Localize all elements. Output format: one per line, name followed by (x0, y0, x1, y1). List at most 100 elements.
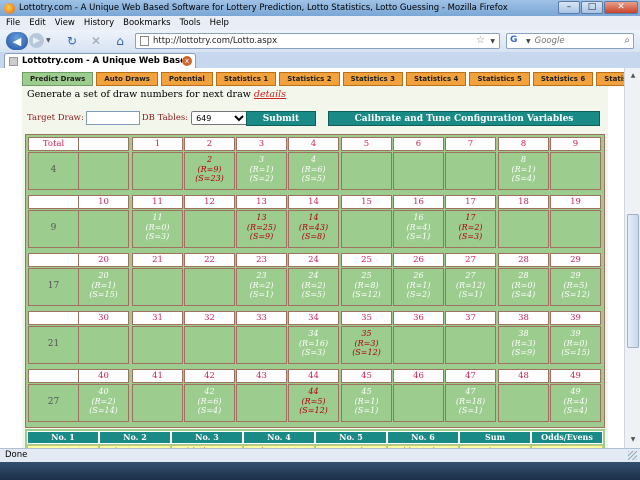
number-cell: 49 (R=4) (S=4) (550, 384, 601, 422)
menu-view[interactable]: View (55, 18, 75, 28)
tab-statistics-3[interactable]: Statistics 3 (342, 72, 404, 86)
row-total: 9 (28, 210, 79, 248)
cell-r-value: (R=3) (511, 338, 536, 348)
number-cell: 27 (R=12) (S=1) (445, 268, 496, 306)
menu-edit[interactable]: Edit (29, 18, 45, 28)
tab-statistics-4[interactable]: Statistics 4 (406, 72, 467, 86)
url-dropdown-icon[interactable]: ▼ (490, 38, 495, 45)
search-box[interactable]: G ▼ ⌕ (506, 33, 634, 49)
empty-cell (236, 326, 287, 364)
cell-s-value: (S=14) (89, 406, 118, 415)
maximize-button[interactable]: □ (581, 1, 603, 14)
tab-statistics-6[interactable]: Statistics 6 (532, 72, 594, 86)
history-dropdown-icon[interactable]: ▼ (46, 37, 51, 44)
target-draw-input[interactable] (85, 111, 140, 125)
row-total: 4 (28, 152, 79, 190)
cell-r-value: (R=2) (91, 396, 116, 406)
details-link[interactable]: details (254, 89, 286, 100)
cell-r-value: (R=1) (91, 280, 116, 290)
submit-button[interactable]: Submit (246, 111, 316, 126)
tab-statistics-7[interactable]: Statistics 7 (596, 72, 624, 86)
cell-r-value: (R=6) (301, 164, 326, 174)
tab-predict-draws[interactable]: Predict Draws (22, 72, 94, 86)
cell-number: 28 (518, 271, 529, 280)
menu-tools[interactable]: Tools (180, 18, 201, 28)
number-header (28, 369, 79, 383)
back-button[interactable]: ◀ (6, 32, 28, 50)
empty-cell (341, 152, 392, 190)
firefox-icon (4, 2, 15, 14)
intro-text: Generate a set of draw numbers for next … (27, 89, 286, 100)
bookmark-star-icon[interactable]: ☆ (476, 35, 485, 46)
empty-cell (393, 326, 444, 364)
scroll-down-icon[interactable]: ▼ (627, 434, 639, 446)
cell-r-value: (R=1) (511, 164, 536, 174)
cell-number: 25 (361, 271, 372, 280)
summary-header: Odds/Evens (531, 431, 603, 444)
number-cell: 34 (R=16) (S=3) (288, 326, 339, 364)
minimize-button[interactable]: – (558, 1, 580, 14)
forward-button[interactable]: ▶ (29, 33, 44, 48)
number-header: 32 (184, 311, 235, 325)
scroll-thumb[interactable] (627, 214, 639, 348)
tab-statistics-5[interactable]: Statistics 5 (469, 72, 530, 86)
number-cell: 3 (R=1) (S=2) (236, 152, 287, 190)
cell-s-value: (S=12) (299, 406, 328, 415)
url-text[interactable]: http://lottotry.com/Lotto.aspx (153, 36, 277, 46)
summary-table: No. 12 (9) (23)No. 213 (25) (9)No. 314 (… (25, 429, 605, 448)
number-header: 15 (341, 195, 392, 209)
search-input[interactable] (534, 36, 615, 46)
db-tables-label: DB Tables: (141, 113, 189, 123)
page-icon (140, 36, 149, 46)
empty-cell (445, 326, 496, 364)
cell-r-value: (R=0) (145, 222, 170, 232)
browser-tab[interactable]: Lottotry.com - A Unique Web Based ... x (4, 53, 196, 68)
close-button[interactable]: ✕ (604, 1, 638, 14)
empty-cell (78, 210, 129, 248)
number-header: 44 (288, 369, 339, 383)
number-header: 25 (341, 253, 392, 267)
empty-cell (341, 210, 392, 248)
reload-icon[interactable]: ↻ (64, 33, 80, 49)
calibrate-button[interactable]: Calibrate and Tune Configuration Variabl… (328, 111, 600, 126)
tab-potential[interactable]: Potential (160, 72, 213, 86)
menu-file[interactable]: File (6, 18, 20, 28)
cell-s-value: (S=5) (301, 174, 326, 183)
number-cell: 38 (R=3) (S=9) (498, 326, 549, 364)
tab-statistics-2[interactable]: Statistics 2 (279, 72, 340, 86)
home-icon[interactable]: ⌂ (112, 33, 128, 49)
resize-grip-icon[interactable] (628, 451, 637, 460)
cell-s-value: (S=1) (249, 290, 274, 299)
cell-r-value: (R=2) (458, 222, 483, 232)
db-tables-select[interactable]: 649 (191, 111, 249, 125)
number-header: 11 (132, 195, 183, 209)
number-cell: 11 (R=0) (S=3) (132, 210, 183, 248)
empty-cell (132, 326, 183, 364)
menu-history[interactable]: History (84, 18, 114, 28)
empty-cell (393, 384, 444, 422)
vertical-scrollbar[interactable]: ▲ ▼ (624, 68, 640, 448)
number-header: 13 (236, 195, 287, 209)
search-engine-dropdown-icon[interactable]: ▼ (526, 38, 531, 45)
scroll-up-icon[interactable]: ▲ (627, 70, 639, 82)
cell-r-value: (R=6) (197, 396, 222, 406)
number-header: 14 (288, 195, 339, 209)
number-header: 48 (498, 369, 549, 383)
cell-number: 42 (204, 387, 215, 396)
page-viewport: Predict Draws Auto Draws Potential Stati… (0, 68, 624, 448)
tab-statistics-1[interactable]: Statistics 1 (215, 72, 277, 86)
number-cell: 17 (R=2) (S=3) (445, 210, 496, 248)
search-icon[interactable]: ⌕ (624, 35, 630, 46)
google-icon[interactable]: G (510, 35, 526, 47)
menu-help[interactable]: Help (210, 18, 229, 28)
cell-s-value: (S=1) (458, 406, 483, 415)
stop-icon[interactable]: ✕ (88, 33, 104, 49)
empty-cell (132, 268, 183, 306)
cell-number: 35 (361, 329, 372, 338)
menu-bookmarks[interactable]: Bookmarks (123, 18, 171, 28)
address-bar[interactable]: http://lottotry.com/Lotto.aspx ☆ ▼ (135, 33, 500, 49)
cell-s-value: (S=9) (249, 232, 274, 241)
tab-close-icon[interactable]: x (182, 56, 192, 66)
number-grid: Total 4 1 2 2 (R=9) (S=23) 3 3 (R=1) (S=2) 4 4 (R=6)(… (25, 134, 605, 428)
tab-auto-draws[interactable]: Auto Draws (96, 72, 158, 86)
